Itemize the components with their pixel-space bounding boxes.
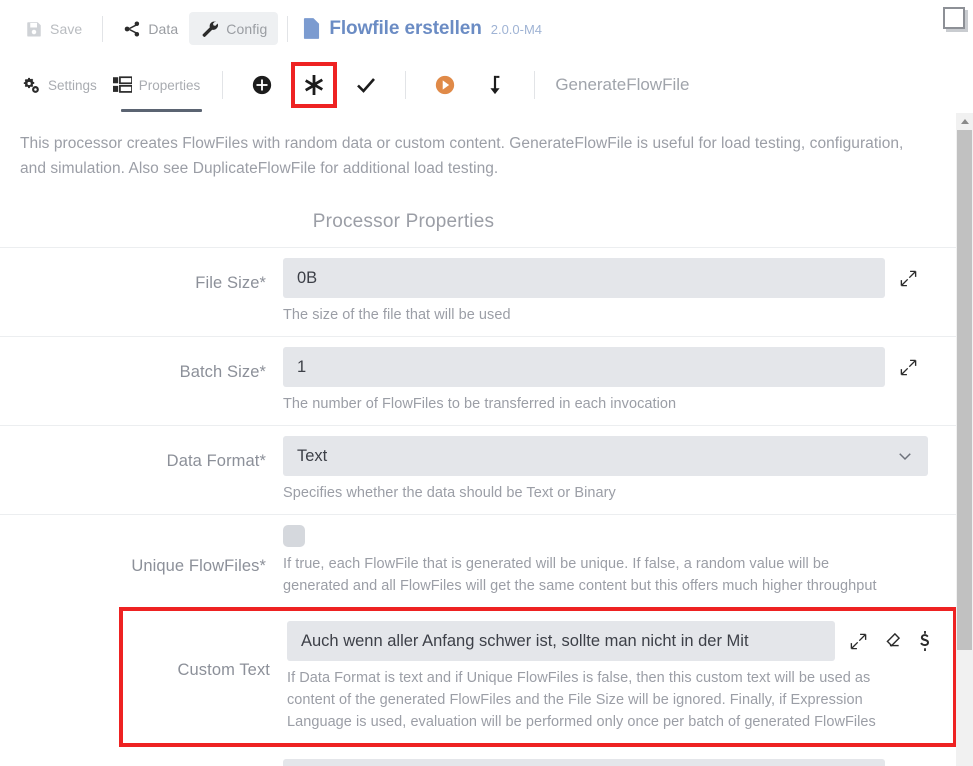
field-line: UTF-8	[283, 759, 941, 766]
asterisk-button[interactable]	[291, 62, 337, 108]
download-button[interactable]	[478, 68, 512, 102]
data-format-select[interactable]: Text	[283, 436, 928, 476]
floppy-disk-icon	[25, 20, 43, 38]
plus-circle-icon	[251, 74, 273, 96]
character-set-input[interactable]: UTF-8	[283, 759, 885, 766]
window-restore-button[interactable]	[943, 7, 965, 29]
config-label: Config	[226, 21, 267, 37]
wrench-icon	[200, 19, 219, 38]
expand-arrows-icon[interactable]	[849, 632, 868, 651]
eraser-icon[interactable]	[882, 631, 902, 651]
field-line: 0B	[283, 258, 941, 298]
processor-name: GenerateFlowFile	[555, 75, 689, 95]
properties-list-icon	[113, 76, 132, 94]
property-label: Data Format*	[0, 436, 283, 471]
chevron-down-icon	[896, 447, 914, 465]
save-label: Save	[50, 21, 82, 37]
property-label: File Size*	[0, 258, 283, 293]
check-icon	[354, 73, 378, 97]
file-size-input[interactable]: 0B	[283, 258, 885, 298]
property-help: Specifies whether the data should be Tex…	[283, 482, 941, 504]
property-field: 1 The number of FlowFiles to be transfer…	[283, 347, 957, 415]
required-marker: *	[259, 557, 266, 575]
property-help: If Data Format is text and if Unique Flo…	[287, 667, 937, 733]
data-format-value: Text	[297, 447, 327, 466]
property-label-text: Unique FlowFiles	[131, 557, 259, 575]
batch-size-input[interactable]: 1	[283, 347, 885, 387]
top-toolbar: Save Data Config	[0, 0, 973, 57]
sub-divider-3	[534, 71, 535, 99]
processor-config-window: Save Data Config	[0, 0, 973, 766]
vertical-scrollbar[interactable]	[956, 113, 973, 766]
property-help: The size of the file that will be used	[283, 304, 941, 326]
property-row-file-size: File Size* 0B The size of the file that …	[0, 247, 957, 336]
tab-properties[interactable]: Properties	[105, 64, 209, 106]
expand-arrows-icon[interactable]	[899, 358, 918, 377]
property-row-unique-flowfiles: Unique FlowFiles* If true, each FlowFile…	[0, 514, 957, 607]
required-marker: *	[259, 363, 266, 381]
tab-settings[interactable]: Settings	[14, 64, 105, 106]
tab-properties-label: Properties	[139, 78, 201, 93]
data-label: Data	[148, 21, 178, 37]
toolbar-divider-2	[287, 16, 288, 42]
version-label: 2.0.0-M4	[491, 22, 542, 37]
dollar-sign-icon[interactable]	[916, 631, 934, 651]
apply-check-button[interactable]	[349, 68, 383, 102]
toolbar-divider-1	[102, 16, 103, 42]
property-label: Batch Size*	[0, 347, 283, 382]
property-row-character-set: Character Set* UTF-8	[0, 747, 957, 766]
property-field: If true, each FlowFile that is generated…	[283, 525, 957, 597]
field-line: Auch wenn aller Anfang schwer ist, sollt…	[287, 621, 937, 661]
property-help: If true, each FlowFile that is generated…	[283, 553, 941, 597]
property-label-text: File Size	[195, 274, 259, 292]
expand-arrows-icon[interactable]	[899, 269, 918, 288]
gear-icon	[22, 76, 41, 95]
property-row-custom-text: Custom Text Auch wenn aller Anfang schwe…	[119, 607, 957, 747]
page-title: Flowfile erstellen	[329, 18, 481, 40]
config-button[interactable]: Config	[189, 12, 278, 45]
property-field: 0B The size of the file that will be use…	[283, 258, 957, 326]
property-label-text: Data Format	[167, 452, 260, 470]
play-circle-icon	[434, 74, 456, 96]
field-line: 1	[283, 347, 941, 387]
sub-toolbar: Settings Properties	[0, 57, 973, 113]
file-icon	[303, 18, 320, 39]
data-button[interactable]: Data	[112, 13, 189, 45]
required-marker: *	[259, 274, 266, 292]
unique-flowfiles-checkbox[interactable]	[283, 525, 305, 547]
tab-settings-label: Settings	[48, 78, 97, 93]
arrow-down-icon	[485, 74, 505, 96]
property-help: The number of FlowFiles to be transferre…	[283, 393, 941, 415]
scrollbar-thumb[interactable]	[957, 130, 972, 650]
run-button[interactable]	[428, 68, 462, 102]
document-title-group: Flowfile erstellen 2.0.0-M4	[303, 18, 542, 40]
processor-description: This processor creates FlowFiles with ra…	[0, 113, 957, 181]
sub-divider-1	[222, 71, 223, 99]
add-property-button[interactable]	[245, 68, 279, 102]
property-label-text: Custom Text	[178, 661, 271, 679]
properties-panel: This processor creates FlowFiles with ra…	[0, 113, 957, 766]
property-field: Text Specifies whether the data should b…	[283, 436, 957, 504]
sub-divider-2	[405, 71, 406, 99]
save-button[interactable]: Save	[14, 13, 93, 45]
share-nodes-icon	[123, 20, 141, 38]
property-field: UTF-8	[283, 759, 957, 766]
property-row-batch-size: Batch Size* 1 The number of FlowFiles to…	[0, 336, 957, 425]
section-title: Processor Properties	[0, 211, 957, 233]
asterisk-icon	[302, 73, 326, 97]
custom-text-input[interactable]: Auch wenn aller Anfang schwer ist, sollt…	[287, 621, 835, 661]
property-field: Auch wenn aller Anfang schwer ist, sollt…	[287, 621, 953, 733]
property-label-text: Batch Size	[180, 363, 260, 381]
property-label: Unique FlowFiles*	[0, 525, 283, 576]
required-marker: *	[259, 452, 266, 470]
property-row-data-format: Data Format* Text Specifies whether the …	[0, 425, 957, 514]
property-label: Custom Text	[123, 621, 287, 680]
scroll-up-arrow-icon[interactable]	[956, 113, 973, 130]
property-label: Character Set*	[0, 759, 283, 766]
field-line: Text	[283, 436, 941, 476]
